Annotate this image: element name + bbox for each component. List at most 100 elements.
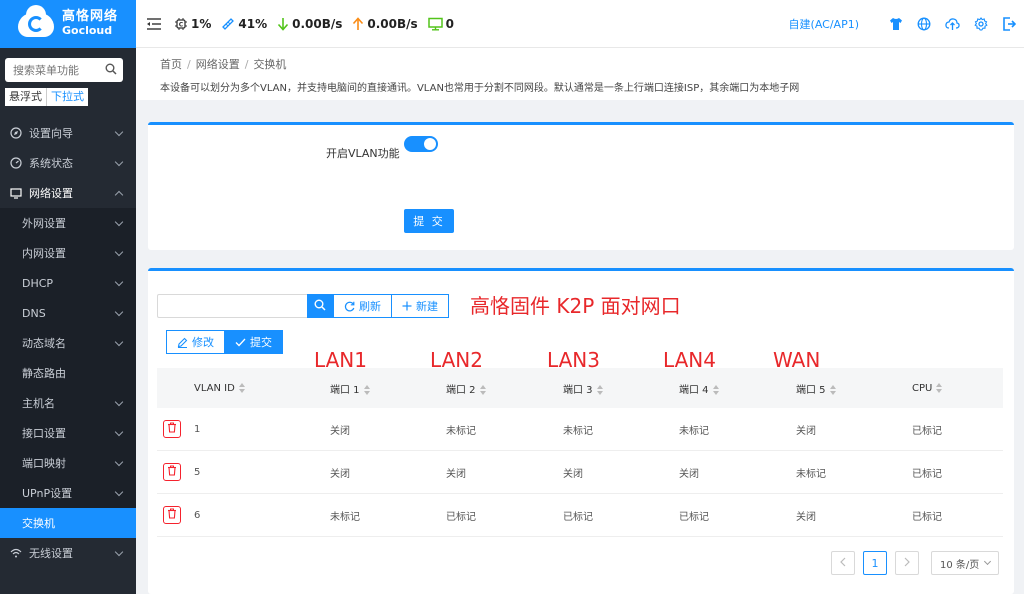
- logo-en: Gocloud: [62, 24, 113, 37]
- pencil-icon: [177, 337, 188, 348]
- sort-icon: [479, 384, 486, 395]
- sort-icon: [363, 384, 370, 395]
- mode-dropdown-button[interactable]: 下拉式: [46, 88, 88, 106]
- next-page-button[interactable]: [895, 551, 919, 575]
- subitem-label: DHCP: [22, 276, 54, 290]
- table-header: VLAN ID 端口 1 端口 2 端口 3 端口 4 端口 5 CPU: [157, 368, 1003, 408]
- chevron-down-icon: [114, 277, 124, 287]
- cell-vlan-id: 5: [194, 466, 201, 478]
- chevron-down-icon: [114, 397, 124, 407]
- top-right-tools: 自建(AC/AP1): [789, 0, 1016, 48]
- online-clients[interactable]: 0: [427, 17, 454, 31]
- logo-cn: 高恪网络: [62, 9, 119, 24]
- cell-port1: 未标记: [330, 511, 360, 523]
- chevron-up-icon: [114, 190, 124, 200]
- column-header-port1[interactable]: 端口 1: [330, 381, 370, 396]
- delete-row-button[interactable]: [163, 420, 181, 438]
- column-header-vlan-id[interactable]: VLAN ID: [194, 382, 245, 394]
- column-header-port4[interactable]: 端口 4: [679, 381, 719, 396]
- refresh-button[interactable]: 刷新: [333, 294, 392, 318]
- cell-port3: 已标记: [563, 511, 593, 523]
- mode-float-button[interactable]: 悬浮式: [5, 88, 46, 106]
- chevron-down-icon: [114, 547, 124, 557]
- column-header-cpu[interactable]: CPU: [912, 382, 943, 394]
- globe-icon[interactable]: [917, 17, 931, 31]
- sidebar-subitem-dns[interactable]: DNS: [0, 298, 136, 328]
- chevron-down-icon: [114, 127, 124, 137]
- add-button[interactable]: 新建: [392, 294, 449, 318]
- sidebar-item-setup-wizard[interactable]: 设置向导: [0, 118, 136, 148]
- subitem-label: 端口映射: [22, 457, 66, 470]
- compass-icon: [10, 127, 22, 139]
- cell-port1: 关闭: [330, 425, 350, 437]
- page-size-select[interactable]: 10 条/页: [931, 551, 999, 575]
- sidebar-menu: 设置向导 系统状态 网络设置 外网设置 内网设置 DHCP DNS 动态域名 静…: [0, 118, 136, 568]
- edit-label: 修改: [192, 336, 214, 349]
- arrow-up-icon: [352, 16, 364, 31]
- cloud-upload-icon[interactable]: [945, 17, 960, 31]
- tshirt-skin-icon[interactable]: [889, 17, 903, 31]
- vlan-submit-button[interactable]: 提 交: [404, 209, 454, 233]
- memory-icon: [221, 17, 235, 31]
- trash-icon: [167, 465, 177, 479]
- cell-port2: 已标记: [446, 511, 476, 523]
- table-search-input[interactable]: [157, 294, 307, 318]
- download-speed: 0.00B/s: [277, 17, 342, 31]
- trash-icon: [167, 508, 177, 522]
- sidebar-subitem-wan[interactable]: 外网设置: [0, 208, 136, 238]
- cpu-chip-icon: C: [174, 17, 188, 31]
- gauge-icon: [10, 157, 22, 169]
- sidebar-subitem-interface[interactable]: 接口设置: [0, 418, 136, 448]
- search-icon[interactable]: [105, 63, 117, 78]
- column-header-port2[interactable]: 端口 2: [446, 381, 486, 396]
- logo[interactable]: 高恪网络 Gocloud: [0, 0, 136, 48]
- subitem-label: DNS: [22, 306, 46, 320]
- column-header-port5[interactable]: 端口 5: [796, 381, 836, 396]
- sort-icon: [712, 384, 719, 395]
- upload-value: 0.00B/s: [367, 16, 418, 31]
- sidebar-item-system-status[interactable]: 系统状态: [0, 148, 136, 178]
- sidebar-subitem-port-forward[interactable]: 端口映射: [0, 448, 136, 478]
- menu-fold-icon[interactable]: [146, 17, 162, 31]
- ac-mode-link[interactable]: 自建(AC/AP1): [789, 16, 859, 32]
- table-submit-button[interactable]: 提交: [225, 330, 283, 354]
- sidebar-subitem-dhcp[interactable]: DHCP: [0, 268, 136, 298]
- gear-icon[interactable]: [974, 17, 988, 31]
- edit-button[interactable]: 修改: [166, 330, 225, 354]
- svg-text:C: C: [179, 21, 184, 28]
- table-search-button[interactable]: [307, 294, 333, 318]
- prev-page-button[interactable]: [831, 551, 855, 575]
- sidebar-subitem-hostname[interactable]: 主机名: [0, 388, 136, 418]
- vlan-settings-card: 开启VLAN功能 提 交: [148, 122, 1014, 250]
- cell-port5: 未标记: [796, 468, 826, 480]
- page-number-button[interactable]: 1: [863, 551, 887, 575]
- sidebar-subitem-ddns[interactable]: 动态域名: [0, 328, 136, 358]
- sidebar-subitem-static-route[interactable]: 静态路由: [0, 358, 136, 388]
- sidebar-item-network-settings[interactable]: 网络设置: [0, 178, 136, 208]
- sidebar-item-wireless[interactable]: 无线设置: [0, 538, 136, 568]
- delete-row-button[interactable]: [163, 463, 181, 481]
- table-row: 6 未标记 已标记 已标记 已标记 关闭 已标记: [157, 494, 1003, 537]
- column-header-port3[interactable]: 端口 3: [563, 381, 603, 396]
- chevron-left-icon: [839, 557, 847, 570]
- cell-port5: 关闭: [796, 425, 816, 437]
- cell-cpu: 已标记: [912, 468, 942, 480]
- logout-icon[interactable]: [1002, 17, 1016, 31]
- subitem-label: 接口设置: [22, 427, 66, 440]
- breadcrumb-network[interactable]: 网络设置: [196, 58, 240, 71]
- monitor-icon: [10, 187, 22, 199]
- vlan-toggle[interactable]: [404, 136, 438, 152]
- chevron-down-icon: [114, 457, 124, 467]
- sidebar-subitem-lan[interactable]: 内网设置: [0, 238, 136, 268]
- delete-row-button[interactable]: [163, 506, 181, 524]
- sort-icon: [829, 384, 836, 395]
- wifi-icon: [10, 547, 22, 559]
- sidebar-subitem-switch[interactable]: 交换机: [0, 508, 136, 538]
- chevron-down-icon: [114, 427, 124, 437]
- breadcrumb-home[interactable]: 首页: [160, 58, 182, 71]
- table-row: 5 关闭 关闭 关闭 关闭 未标记 已标记: [157, 451, 1003, 494]
- sidebar-subitem-upnp[interactable]: UPnP设置: [0, 478, 136, 508]
- sort-icon: [936, 382, 943, 393]
- refresh-icon: [344, 301, 355, 312]
- memory-value: 41%: [238, 16, 268, 31]
